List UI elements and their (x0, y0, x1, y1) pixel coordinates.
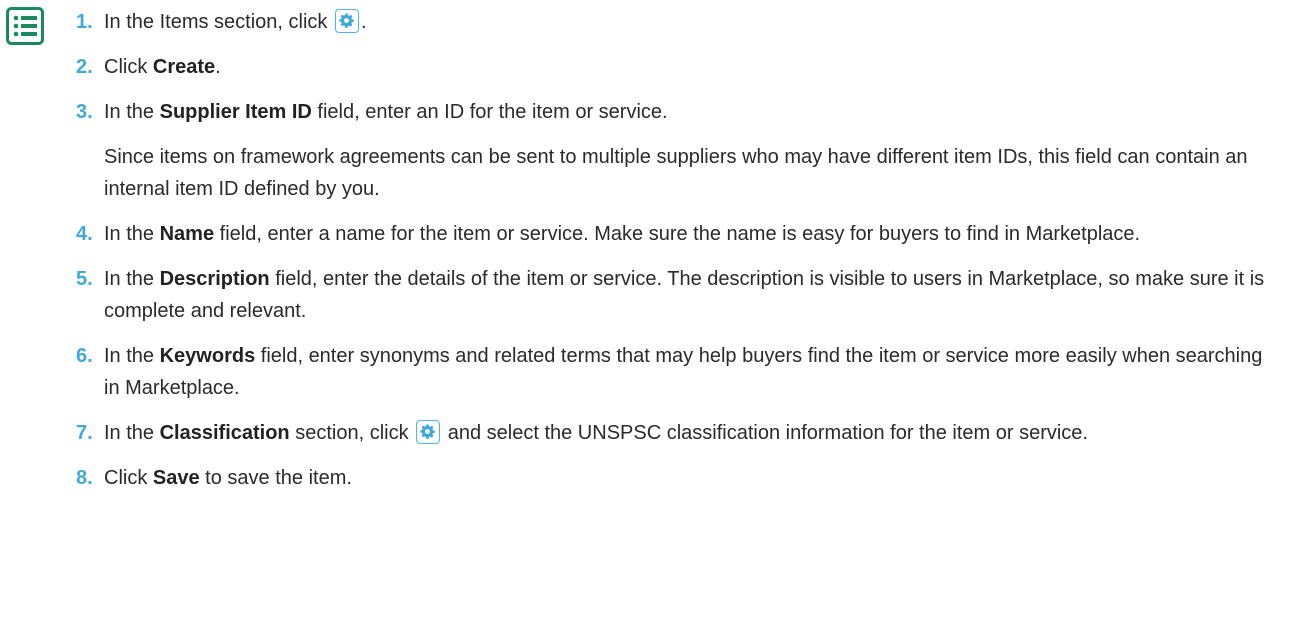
step-number: 7. (76, 422, 93, 444)
ui-term: Classification (159, 422, 290, 444)
step-number: 1. (76, 11, 93, 33)
step-7: 7. In the Classification section, click … (76, 417, 1276, 449)
step-number: 2. (76, 56, 93, 78)
step-text: In the Name field, enter a name for the … (104, 223, 1141, 245)
ui-term: Description (159, 268, 270, 290)
step-number: 3. (76, 101, 93, 123)
procedure-steps: 1. In the Items section, click . 2. Clic… (76, 0, 1276, 507)
ui-term: Name (159, 223, 215, 245)
step-8: 8. Click Save to save the item. (76, 462, 1276, 494)
step-text: In the Items section, click . (104, 9, 367, 33)
ui-term: Supplier Item ID (159, 101, 312, 123)
step-number: 5. (76, 268, 93, 290)
step-number: 6. (76, 345, 93, 367)
step-text: In the Classification section, click and… (104, 420, 1088, 444)
gear-button[interactable] (416, 420, 441, 444)
step-6: 6. In the Keywords field, enter synonyms… (76, 340, 1276, 404)
ui-term: Keywords (159, 345, 256, 367)
step-text: In the Description field, enter the deta… (104, 268, 1265, 322)
step-text: In the Keywords field, enter synonyms an… (104, 345, 1263, 399)
step-4: 4. In the Name field, enter a name for t… (76, 218, 1276, 250)
step-5: 5. In the Description field, enter the d… (76, 263, 1276, 327)
ui-term: Save (152, 467, 200, 489)
step-text: Click Save to save the item. (104, 467, 352, 489)
gear-icon (420, 424, 435, 439)
step-3: 3. In the Supplier Item ID field, enter … (76, 96, 1276, 205)
gear-button[interactable] (334, 9, 359, 33)
step-number: 4. (76, 223, 93, 245)
step-2: 2. Click Create. (76, 51, 1276, 83)
step-number: 8. (76, 467, 93, 489)
step-text: In the Supplier Item ID field, enter an … (104, 101, 668, 123)
gear-icon (339, 13, 354, 28)
step-note: Since items on framework agreements can … (104, 146, 1248, 200)
step-text: Click Create. (104, 56, 221, 78)
list-icon (6, 7, 44, 45)
ui-term: Create (152, 56, 216, 78)
step-1: 1. In the Items section, click . (76, 6, 1276, 38)
